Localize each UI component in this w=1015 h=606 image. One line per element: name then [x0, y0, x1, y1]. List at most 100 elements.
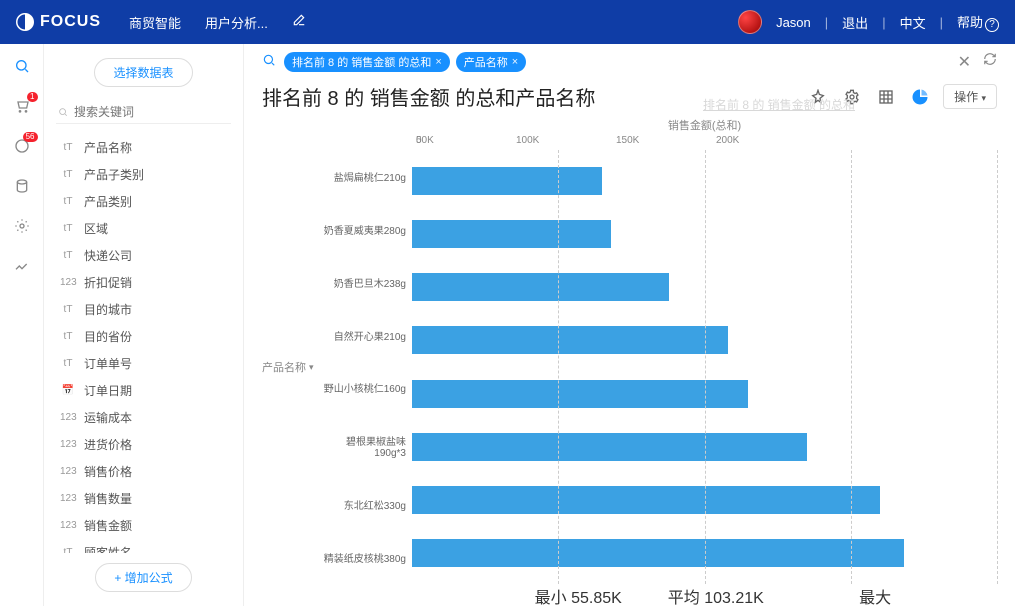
field-search[interactable]	[56, 101, 231, 124]
bar[interactable]	[412, 486, 880, 514]
bar[interactable]	[412, 220, 611, 248]
rail-search-icon[interactable]	[12, 56, 32, 76]
page-title: 排名前 8 的 销售金额 的总和产品名称	[262, 82, 595, 111]
field-label: 目的城市	[84, 301, 132, 318]
y-category: 精装纸皮核桃380g	[322, 550, 412, 565]
field-type-icon: tT	[60, 304, 76, 315]
field-label: 销售价格	[84, 463, 132, 480]
stat-label: 最小 55.85K	[535, 584, 622, 606]
field-type-icon: tT	[60, 547, 76, 553]
logout-link[interactable]: 退出	[842, 13, 868, 32]
field-type-icon: tT	[60, 196, 76, 207]
edit-icon[interactable]	[292, 13, 306, 32]
search-icon	[58, 106, 68, 118]
field-item[interactable]: tT目的省份	[56, 323, 231, 350]
field-label: 折扣促销	[84, 274, 132, 291]
field-item[interactable]: tT 产品名称	[56, 134, 231, 161]
rail-badge-1: 1	[27, 92, 37, 102]
rail-chart-icon[interactable]	[12, 256, 32, 276]
bar[interactable]	[412, 167, 602, 195]
rail-db-icon[interactable]	[12, 176, 32, 196]
x-axis-label: 销售金额(总和)	[262, 117, 997, 133]
stat-label: 平均 103.21K	[668, 584, 764, 606]
query-pill[interactable]: 排名前 8 的 销售金额 的总和×	[284, 52, 450, 72]
bar[interactable]	[412, 273, 669, 301]
field-item[interactable]: 123销售数量	[56, 485, 231, 512]
bar[interactable]	[412, 326, 728, 354]
field-item[interactable]: tT 产品类别	[56, 188, 231, 215]
field-item[interactable]: tT 区域	[56, 215, 231, 242]
field-label: 产品类别	[84, 193, 132, 210]
x-tick: 150K	[616, 135, 716, 146]
gridline	[997, 150, 998, 584]
field-label: 销售金额	[84, 517, 132, 534]
field-label: 顾客姓名	[84, 544, 132, 553]
gridline	[851, 150, 852, 584]
field-search-input[interactable]	[74, 105, 229, 119]
chart-type-icon[interactable]	[909, 86, 931, 108]
field-type-icon: tT	[60, 142, 76, 153]
field-item[interactable]: 123 销售价格	[56, 458, 231, 485]
field-label: 产品名称	[84, 139, 132, 156]
field-type-icon: 123	[60, 439, 76, 450]
field-item[interactable]: 123 销售金额	[56, 512, 231, 539]
field-label: 区域	[84, 220, 108, 237]
field-label: 进货价格	[84, 436, 132, 453]
field-item[interactable]: tT产品子类别	[56, 161, 231, 188]
pill-close-icon[interactable]: ×	[512, 56, 518, 68]
logo-icon	[16, 13, 34, 31]
rail-settings-icon[interactable]	[12, 216, 32, 236]
avatar[interactable]	[738, 10, 762, 34]
pill-close-icon[interactable]: ×	[435, 56, 441, 68]
logo[interactable]: FOCUS	[16, 13, 101, 31]
help-link[interactable]: 帮助?	[957, 12, 999, 32]
field-type-icon: 123	[60, 466, 76, 477]
table-icon[interactable]	[875, 86, 897, 108]
y-category: 野山小核桃仁160g	[322, 380, 412, 395]
stat-label: 最大 168.36K	[859, 584, 951, 606]
field-item[interactable]: 123 进货价格	[56, 431, 231, 458]
brand-text: FOCUS	[40, 13, 101, 31]
field-label: 快递公司	[84, 247, 132, 264]
bar[interactable]	[412, 380, 748, 408]
query-pill[interactable]: 产品名称×	[456, 52, 526, 72]
field-type-icon: tT	[60, 169, 76, 180]
field-label: 订单单号	[84, 355, 132, 372]
field-type-icon: 123	[60, 520, 76, 531]
lang-link[interactable]: 中文	[900, 13, 926, 32]
rail-cart-icon[interactable]: 1	[12, 96, 32, 116]
field-label: 订单日期	[84, 382, 132, 399]
field-item[interactable]: tT 快递公司	[56, 242, 231, 269]
y-axis-label: 产品名称 ▾	[262, 359, 322, 375]
refresh-icon[interactable]	[983, 52, 997, 72]
bar[interactable]	[412, 433, 807, 461]
action-button[interactable]: 操作 ▾	[943, 84, 997, 109]
select-table-button[interactable]: 选择数据表	[94, 58, 192, 87]
field-item[interactable]: 📅订单日期	[56, 377, 231, 404]
nav-bi[interactable]: 商贸智能	[129, 13, 181, 32]
y-category: 碧根果椒盐味190g*3	[322, 433, 412, 459]
field-item[interactable]: 123运输成本	[56, 404, 231, 431]
field-item[interactable]: tT 订单单号	[56, 350, 231, 377]
y-category: 东北红松330g	[322, 497, 412, 512]
clear-query-icon[interactable]: ✕	[958, 52, 971, 72]
add-formula-button[interactable]: + 增加公式	[95, 563, 191, 592]
y-category: 奶香巴旦木238g	[322, 275, 412, 290]
query-search-icon[interactable]	[262, 53, 276, 72]
field-item[interactable]: tT 目的城市	[56, 296, 231, 323]
username[interactable]: Jason	[776, 15, 811, 30]
rail-alert-icon[interactable]: 56	[12, 136, 32, 156]
y-category: 奶香夏威夷果280g	[322, 222, 412, 237]
nav-user-analysis[interactable]: 用户分析...	[205, 13, 268, 32]
field-item[interactable]: 123折扣促销	[56, 269, 231, 296]
bar[interactable]	[412, 539, 904, 567]
field-type-icon: tT	[60, 223, 76, 234]
x-tick: 50K	[416, 135, 516, 146]
field-label: 销售数量	[84, 490, 132, 507]
field-type-icon: 123	[60, 412, 76, 423]
field-item[interactable]: tT 顾客姓名	[56, 539, 231, 553]
field-type-icon: tT	[60, 358, 76, 369]
gridline	[558, 150, 559, 584]
field-type-icon: tT	[60, 250, 76, 261]
x-tick: 100K	[516, 135, 616, 146]
